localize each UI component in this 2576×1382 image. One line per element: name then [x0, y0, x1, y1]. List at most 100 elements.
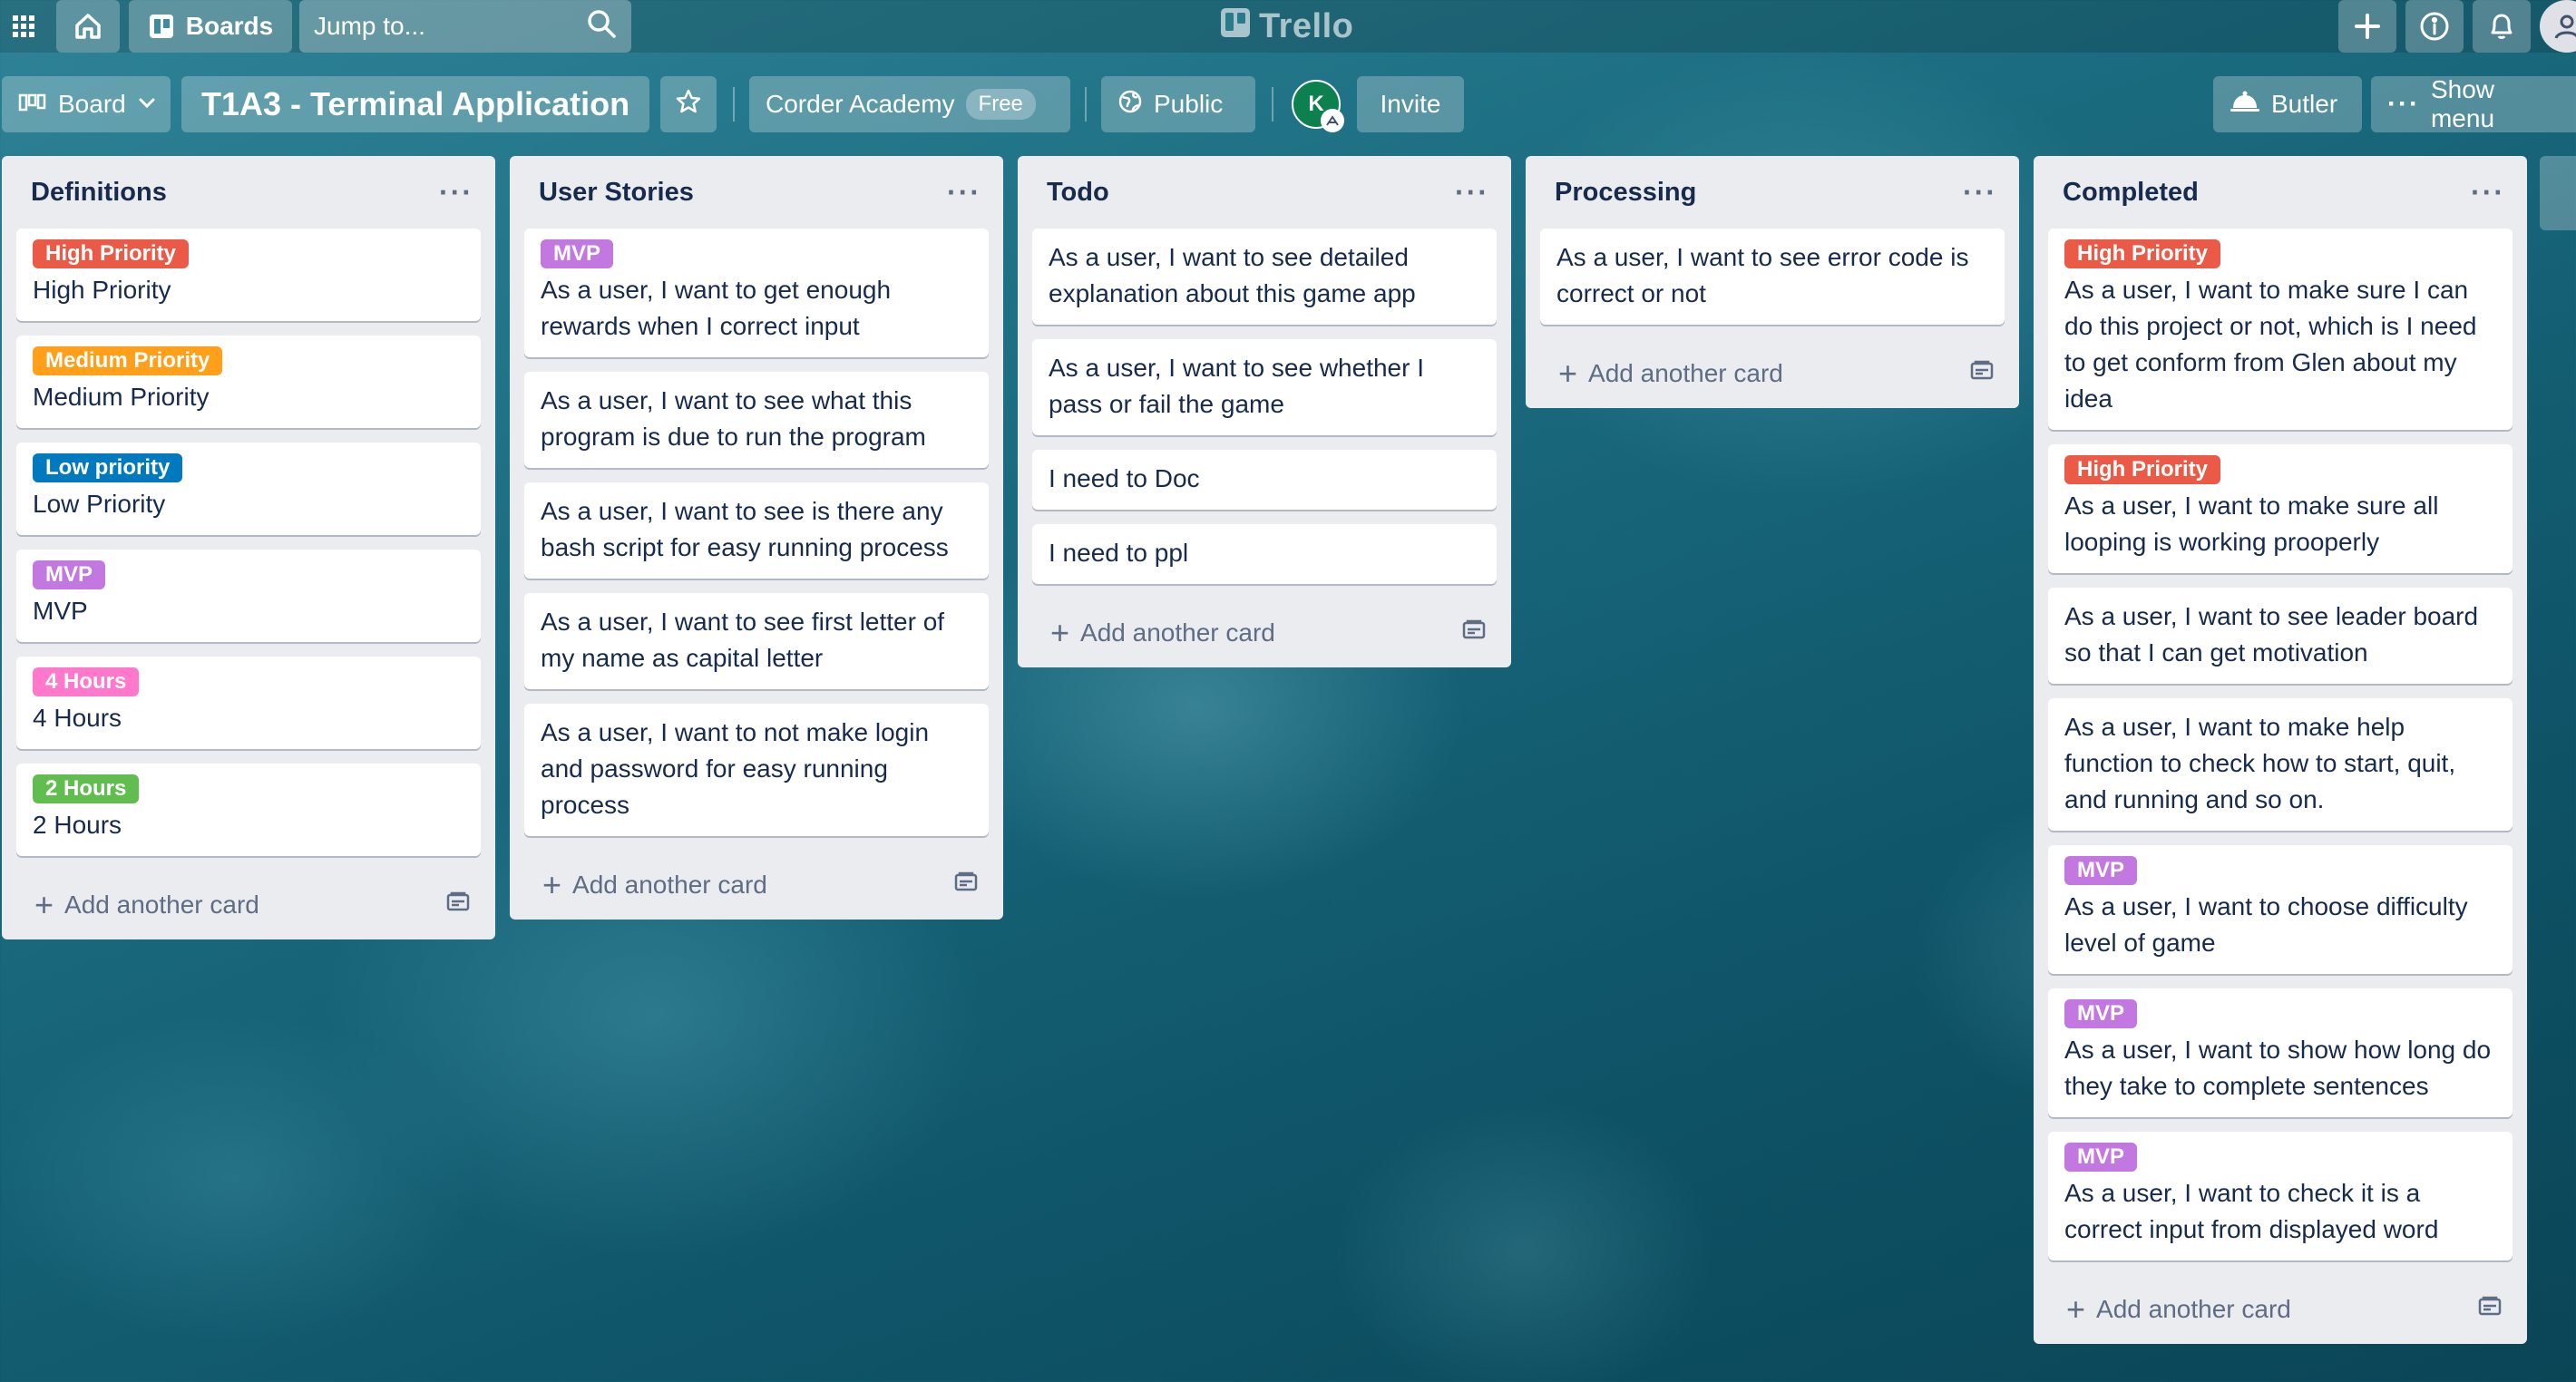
add-card-label: Add another card	[1080, 618, 1275, 647]
card-label[interactable]: High Priority	[2064, 239, 2221, 268]
card[interactable]: MVP As a user, I want to choose difficult…	[2048, 845, 2513, 974]
card-template-icon[interactable]	[1462, 618, 1486, 647]
apps-grid-button[interactable]	[0, 0, 47, 53]
add-card-button[interactable]: + Add another card	[2, 871, 495, 939]
list-title[interactable]: Processing	[1555, 178, 1696, 208]
card[interactable]: Low priority Low Priority	[16, 443, 481, 535]
add-card-label: Add another card	[1588, 359, 1783, 387]
list-title[interactable]: Completed	[2063, 178, 2199, 208]
list-header: Todo ···	[1018, 156, 1511, 229]
card[interactable]: I need to Doc	[1032, 450, 1497, 510]
card-template-icon[interactable]	[1970, 359, 1994, 388]
create-button[interactable]	[2338, 0, 2396, 53]
add-list-button[interactable]	[2540, 156, 2576, 230]
visibility-button[interactable]: Public	[1101, 76, 1255, 132]
card[interactable]: As a user, I want to see is there any ba…	[524, 482, 989, 579]
card[interactable]: As a user, I want to see first letter of…	[524, 593, 989, 689]
more-horizontal-icon[interactable]: ···	[947, 178, 981, 207]
card[interactable]: High Priority As a user, I want to make s…	[2048, 229, 2513, 430]
add-card-button[interactable]: + Add another card	[2034, 1275, 2527, 1344]
add-card-label: Add another card	[572, 871, 767, 899]
logo-text: Trello	[1259, 6, 1354, 45]
card[interactable]: 2 Hours 2 Hours	[16, 764, 481, 856]
card[interactable]: As a user, I want to see leader board so…	[2048, 588, 2513, 684]
boards-button[interactable]: Boards	[129, 0, 292, 53]
list-header: User Stories ···	[510, 156, 1003, 229]
card-label[interactable]: MVP	[2064, 856, 2138, 885]
list-title[interactable]: User Stories	[539, 178, 694, 208]
show-menu-label: Show menu	[2430, 75, 2495, 132]
more-horizontal-icon[interactable]: ···	[2471, 178, 2505, 207]
card-title: As a user, I want to see what this progr…	[541, 386, 926, 451]
card[interactable]: As a user, I want to see error code is c…	[1540, 229, 2005, 325]
star-board-button[interactable]	[660, 76, 717, 132]
card[interactable]: As a user, I want to see detailed explan…	[1032, 229, 1497, 325]
card[interactable]: As a user, I want to not make login and …	[524, 704, 989, 836]
notifications-button[interactable]	[2473, 0, 2531, 53]
card[interactable]: High Priority As a user, I want to make s…	[2048, 444, 2513, 573]
more-horizontal-icon[interactable]: ···	[1963, 178, 1997, 207]
card-title: As a user, I want to see whether I pass …	[1049, 354, 1424, 418]
user-icon	[2551, 10, 2576, 43]
card-label[interactable]: High Priority	[2064, 455, 2221, 484]
card-label[interactable]: Low priority	[33, 453, 183, 482]
show-menu-button[interactable]: ··· Show menu	[2371, 75, 2576, 132]
card-title: As a user, I want to make help function …	[2064, 713, 2456, 813]
trello-logo[interactable]: Trello	[1221, 0, 1353, 53]
card[interactable]: MVP As a user, I want to get enough rewar…	[524, 229, 989, 357]
butler-icon	[2230, 90, 2260, 120]
card[interactable]: High Priority High Priority	[16, 229, 481, 321]
add-card-button[interactable]: + Add another card	[1018, 599, 1511, 667]
card-label[interactable]: Medium Priority	[33, 346, 223, 375]
member-avatar[interactable]: K	[1292, 80, 1344, 132]
card-title: As a user, I want to not make login and …	[541, 718, 930, 819]
add-card-button[interactable]: + Add another card	[510, 851, 1003, 920]
list-definitions: Definitions ··· High Priority High Priori…	[2, 156, 495, 939]
butler-button[interactable]: Butler	[2213, 76, 2362, 132]
search-placeholder: Jump to...	[314, 12, 425, 40]
card[interactable]: 4 Hours 4 Hours	[16, 657, 481, 749]
card-label[interactable]: MVP	[2064, 1143, 2138, 1172]
card-title: 2 Hours	[33, 811, 122, 839]
list-title[interactable]: Definitions	[31, 178, 167, 208]
more-horizontal-icon[interactable]: ···	[439, 178, 473, 207]
board-view-switcher[interactable]: Board	[2, 76, 171, 132]
card-title: As a user, I want to see first letter of…	[541, 608, 945, 672]
search-input[interactable]: Jump to...	[299, 0, 631, 53]
card[interactable]: MVP As a user, I want to show how long do…	[2048, 988, 2513, 1117]
card-template-icon[interactable]	[2478, 1295, 2502, 1324]
card-template-icon[interactable]	[446, 891, 470, 920]
card-title: As a user, I want to show how long do th…	[2064, 1036, 2492, 1100]
card-template-icon[interactable]	[954, 871, 978, 900]
plus-icon: +	[1558, 355, 1578, 392]
list-todo: Todo ··· As a user, I want to see detail…	[1018, 156, 1511, 667]
home-button[interactable]	[56, 0, 120, 53]
board-title[interactable]: T1A3 - Terminal Application	[181, 76, 650, 132]
invite-button[interactable]: Invite	[1357, 76, 1464, 132]
add-card-button[interactable]: + Add another card	[1526, 339, 2019, 408]
card[interactable]: Medium Priority Medium Priority	[16, 336, 481, 428]
card[interactable]: As a user, I want to see what this progr…	[524, 372, 989, 468]
more-horizontal-icon[interactable]: ···	[1455, 178, 1489, 207]
plus-icon	[2353, 12, 2382, 41]
card-title: As a user, I want to choose difficulty l…	[2064, 892, 2468, 957]
card-label[interactable]: MVP	[541, 239, 614, 268]
card[interactable]: As a user, I want to make help function …	[2048, 698, 2513, 831]
workspace-button[interactable]: Corder Academy Free	[749, 76, 1070, 132]
card-label[interactable]: MVP	[2064, 999, 2138, 1028]
list-title[interactable]: Todo	[1047, 178, 1109, 208]
card[interactable]: MVP MVP	[16, 550, 481, 642]
card[interactable]: As a user, I want to see whether I pass …	[1032, 339, 1497, 435]
card-label[interactable]: 4 Hours	[33, 667, 140, 696]
card[interactable]: MVP As a user, I want to check it is a co…	[2048, 1132, 2513, 1260]
account-button[interactable]	[2540, 0, 2576, 53]
info-button[interactable]	[2405, 0, 2464, 53]
card[interactable]: I need to ppl	[1032, 524, 1497, 584]
card-label[interactable]: 2 Hours	[33, 774, 140, 803]
card-label[interactable]: High Priority	[33, 239, 190, 268]
bell-icon	[2487, 11, 2516, 42]
card-title: As a user, I want to check it is a corre…	[2064, 1179, 2439, 1243]
card-label[interactable]: MVP	[33, 560, 106, 589]
info-icon	[2419, 11, 2450, 42]
visibility-label: Public	[1154, 90, 1224, 118]
